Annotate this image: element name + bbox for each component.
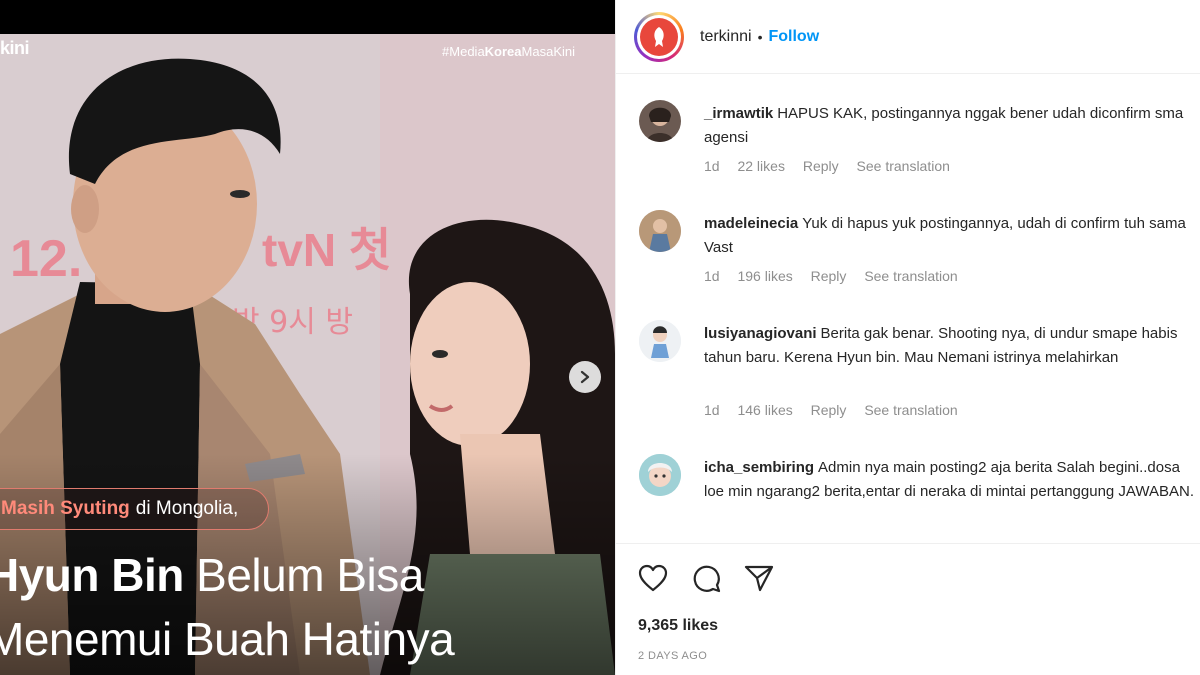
comment-text-block: icha_sembiring Admin nya main posting2 aj…: [704, 456, 1200, 504]
bird-logo-icon: [654, 26, 664, 47]
backdrop-date: 12.: [10, 230, 82, 288]
commenter-avatar[interactable]: [639, 100, 681, 142]
comment-likes[interactable]: 22 likes: [737, 158, 784, 174]
comment-age: 1d: [704, 158, 720, 174]
chevron-right-icon: [580, 370, 590, 384]
commenter-username[interactable]: _irmawtik: [704, 105, 773, 122]
comment-icon: [693, 565, 721, 593]
comment-meta: 1d 22 likes Reply See translation: [704, 158, 964, 174]
see-translation-button[interactable]: See translation: [864, 402, 957, 418]
post-header: terkinni • Follow: [616, 0, 1200, 74]
comment-meta: 1d 196 likes Reply See translation: [704, 268, 972, 284]
subtitle-rest: di Mongolia,: [135, 498, 239, 519]
commenter-username[interactable]: lusiyanagiovani: [704, 325, 817, 342]
hashtag-bold: Korea: [484, 44, 522, 59]
comment-meta: 1d 146 likes Reply See translation: [704, 402, 972, 418]
comment-button[interactable]: [689, 561, 723, 595]
share-button[interactable]: [742, 561, 776, 595]
headline-name: Hyun Bin: [0, 549, 184, 601]
hashtag-label: #MediaKoreaMasaKini: [442, 44, 575, 59]
subtitle-emphasis: Masih Syuting: [1, 498, 130, 519]
commenter-avatar[interactable]: [639, 210, 681, 252]
commenter-username[interactable]: icha_sembiring: [704, 459, 814, 476]
comment-text-block: madeleinecia Yuk di hapus yuk postinganny…: [704, 212, 1200, 260]
hashtag-suffix: MasaKini: [521, 44, 575, 59]
likes-count[interactable]: 9,365 likes: [638, 617, 718, 635]
separator-dot: •: [757, 28, 763, 45]
commenter-avatar[interactable]: [639, 454, 681, 496]
share-icon: [744, 565, 774, 592]
headline-line-1: Hyun Bin Belum Bisa: [0, 548, 424, 602]
like-button[interactable]: [636, 561, 670, 595]
heart-icon: [638, 564, 668, 592]
commenter-avatar[interactable]: [639, 320, 681, 362]
comment-text-block: _irmawtik HAPUS KAK, postingannya nggak b…: [704, 102, 1200, 150]
media-top-bar: [0, 0, 615, 34]
author-username[interactable]: terkinni: [700, 28, 752, 46]
reply-button[interactable]: Reply: [811, 268, 847, 284]
headline-rest: Belum Bisa: [196, 549, 424, 601]
post-timestamp: 2 DAYS AGO: [638, 650, 708, 662]
comment-likes[interactable]: 146 likes: [737, 402, 792, 418]
post-media: 12. tvN 첫 밤 9시 방 kini #MediaKoreaMasaKin…: [0, 0, 615, 675]
comment-age: 1d: [704, 268, 720, 284]
see-translation-button[interactable]: See translation: [857, 158, 950, 174]
commenter-username[interactable]: madeleinecia: [704, 215, 798, 232]
post-side-panel: terkinni • Follow _irmawtik HAPUS KAK, po…: [615, 0, 1200, 675]
next-slide-button[interactable]: [569, 361, 601, 393]
hashtag-prefix: #Media: [442, 44, 485, 59]
see-translation-button[interactable]: See translation: [864, 268, 957, 284]
post-actions-bar: 9,365 likes 2 DAYS AGO: [616, 543, 1200, 675]
author-avatar[interactable]: [634, 11, 684, 62]
follow-button[interactable]: Follow: [768, 28, 819, 46]
headline-line-2: Menemui Buah Hatinya: [0, 613, 455, 665]
reply-button[interactable]: Reply: [803, 158, 839, 174]
subtitle-pill: Masih Syuting di Mongolia,: [0, 488, 270, 530]
comment-age: 1d: [704, 402, 720, 418]
comment-likes[interactable]: 196 likes: [737, 268, 792, 284]
backdrop-tvn: tvN 첫: [262, 224, 391, 276]
comment-text: HAPUS KAK, postingannya nggak bener udah…: [704, 105, 1184, 146]
reply-button[interactable]: Reply: [811, 402, 847, 418]
comment-text-block: lusiyanagiovani Berita gak benar. Shootin…: [704, 322, 1200, 370]
brand-logo-text: kini: [0, 38, 30, 58]
